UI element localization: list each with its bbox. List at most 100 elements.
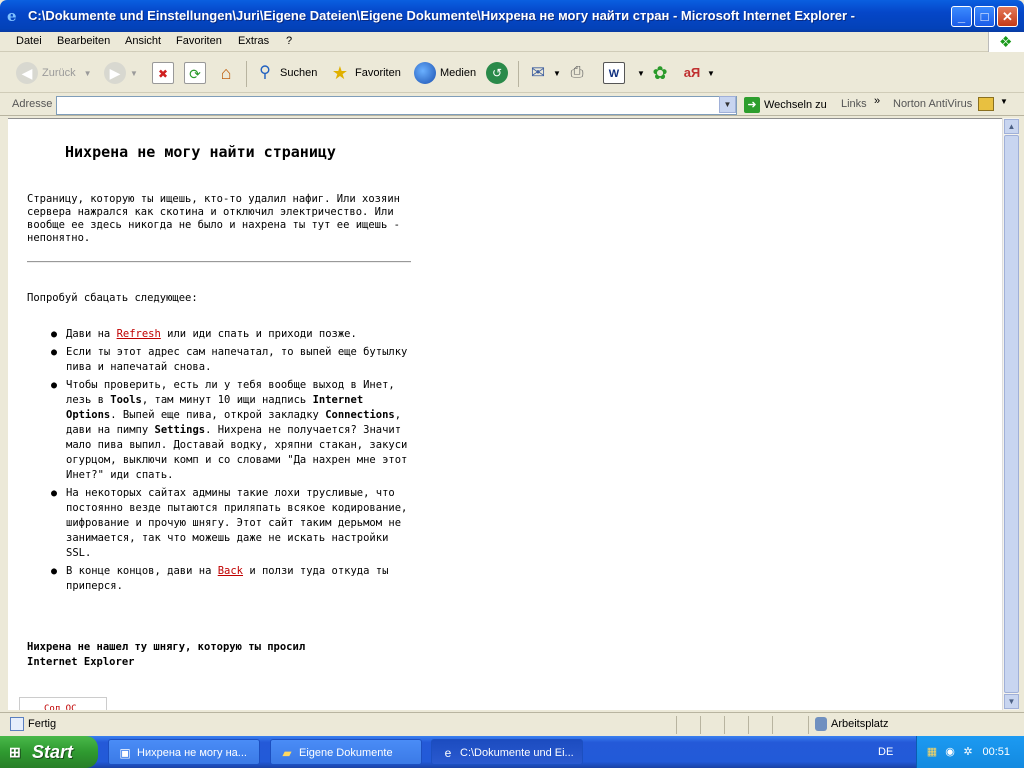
back-dropdown-icon[interactable]: ▼ [84,69,92,78]
computer-zone-icon [815,717,827,731]
close-button[interactable]: ✕ [997,6,1018,27]
ie-window: e C:\Dokumente und Einstellungen\Juri\Ei… [0,0,1024,736]
go-button[interactable]: ➜ Wechseln zu [744,97,827,113]
media-globe-icon [414,62,436,84]
scroll-down-icon[interactable]: ▼ [1004,694,1019,709]
ie-icon: e [444,746,452,760]
home-icon: ⌂ [220,63,232,83]
edit-button[interactable]: W ▼ [603,59,645,87]
windows-flag-icon: ⊞ [9,744,21,760]
taskbar-item-error-page[interactable]: ▣ Нихрена не могу на... [108,739,260,765]
favorites-label: Favoriten [355,67,401,79]
menu-ansicht[interactable]: Ansicht [125,35,161,47]
translate-button[interactable]: aЯ ▼ [681,59,715,87]
back-link[interactable]: Back [218,565,243,577]
search-button[interactable]: ⚲ Suchen [254,59,317,87]
status-separator [724,716,725,734]
title-bar[interactable]: e C:\Dokumente und Einstellungen\Juri\Ei… [0,0,1024,32]
status-separator [772,716,773,734]
translate-dropdown-icon[interactable]: ▼ [707,69,715,78]
taskbar-item-ie-window[interactable]: e C:\Dokumente und Ei... [431,739,583,765]
maximize-button[interactable]: □ [974,6,995,27]
windows-logo-icon: ❖ [988,32,1024,52]
signature: Нихрена не нашел ту шнягу, которую ты пр… [27,640,305,670]
list-item: ● Если ты этот адрес сам напечатал, то вы… [51,346,408,373]
norton-dropdown-icon[interactable]: ▼ [1000,97,1008,106]
history-button[interactable]: ↺ [486,59,512,87]
word-edit-icon: W [603,62,625,84]
stop-button[interactable]: ✖ [152,59,178,87]
intro-line-4: непонятно. [27,232,91,244]
intro-line-1: Страницу, которую ты ищешь, кто-то удали… [27,193,400,205]
back-label: Zurück [42,67,76,79]
forward-dropdown-icon[interactable]: ▼ [130,69,138,78]
norton-antivirus-label[interactable]: Norton AntiVirus [893,98,972,110]
task-label: C:\Dokumente und Ei... [460,747,574,759]
menu-help[interactable]: ? [286,35,292,47]
refresh-link[interactable]: Refresh [117,328,161,340]
status-separator [676,716,677,734]
vertical-scrollbar[interactable]: ▲ ▼ [1002,118,1019,710]
try-label: Попробуй сбацать следующее: [27,292,198,304]
print-button[interactable]: ⎙ [566,59,592,87]
item-text: В конце концов, дави на [66,565,218,577]
favorites-button[interactable]: ★ Favoriten [329,59,401,87]
menu-bearbeiten[interactable]: Bearbeiten [57,35,110,47]
taskbar: ⊞ Start ▣ Нихрена не могу на... ▰ Eigene… [0,736,1024,768]
menu-extras[interactable]: Extras [238,35,269,47]
menu-favoriten[interactable]: Favoriten [176,35,222,47]
page-content: Нихрена не могу найти страницу Страницу,… [8,118,1002,710]
list-item: ● В конце концов, дави на Back и ползи ту… [51,565,389,592]
item-text: или иди спать и приходи позже. [160,328,357,340]
signature-line-1: Нихрена не нашел ту шнягу, которую ты пр… [27,641,306,653]
status-text: Fertig [28,718,57,730]
seal-badge[interactable]: Сол ОС [19,697,107,710]
home-button[interactable]: ⌂ [215,59,241,87]
intro-line-3: вообще ее здесь никогда не было и нахрен… [27,219,400,231]
task-label: Eigene Dokumente [299,747,393,759]
list-item: ● Дави на Refresh или иди спать и приходи… [51,328,357,340]
item-text: На некоторых сайтах админы такие лохи тр… [66,487,408,559]
go-label: Wechseln zu [764,99,827,111]
page-icon [10,717,24,731]
star-icon: ★ [331,63,349,83]
ie-icon: e [7,7,17,25]
media-label: Medien [440,67,477,79]
system-tray: ▦ ◉ ✲ 00:51 [916,736,1024,768]
clock[interactable]: 00:51 [982,746,1010,758]
refresh-button[interactable]: ⟳ [184,59,210,87]
tray-globe-icon[interactable]: ◉ [943,745,957,759]
signature-line-2: Internet Explorer [27,656,135,668]
status-separator [700,716,701,734]
list-item: ● На некоторых сайтах админы такие лохи т… [51,487,408,559]
edit-dropdown-icon[interactable]: ▼ [637,69,645,78]
history-icon: ↺ [486,62,508,84]
norton-icon[interactable] [978,97,994,111]
list-item: ● Чтобы проверить, есть ли у тебя вообще … [51,379,408,481]
address-dropdown-icon[interactable]: ▼ [719,96,736,113]
scroll-up-icon[interactable]: ▲ [1004,119,1019,134]
icq-button[interactable]: ✿ [649,59,675,87]
language-indicator[interactable]: DE [878,746,893,758]
address-bar: Adresse ▼ ➜ Wechseln zu Links » Norton A… [0,94,1024,116]
minimize-button[interactable]: _ [951,6,972,27]
folder-icon: ▰ [282,746,292,760]
scroll-thumb[interactable] [1004,135,1019,693]
links-chevron-icon[interactable]: » [874,95,880,107]
tray-monitor-icon[interactable]: ▦ [925,745,939,759]
tray-network-icon[interactable]: ✲ [961,745,975,759]
forward-button[interactable]: ▶ ▼ [104,59,138,87]
links-label[interactable]: Links [841,98,867,110]
item-text: Если ты этот адрес сам напечатал, то вып… [66,346,408,373]
start-button[interactable]: ⊞ Start [0,736,98,768]
status-bar: Fertig Arbeitsplatz [0,712,1024,736]
media-button[interactable]: Medien [414,59,476,87]
menu-bar: Datei Bearbeiten Ansicht Favoriten Extra… [0,32,1024,52]
mail-dropdown-icon[interactable]: ▼ [553,69,561,78]
back-button[interactable]: ◀ Zurück ▼ [16,59,92,87]
menu-datei[interactable]: Datei [16,35,42,47]
address-input[interactable] [56,96,737,115]
mail-button[interactable]: ✉ ▼ [527,59,561,87]
taskbar-item-eigene-dokumente[interactable]: ▰ Eigene Dokumente [270,739,422,765]
page-heading: Нихрена не могу найти страницу [65,143,336,161]
